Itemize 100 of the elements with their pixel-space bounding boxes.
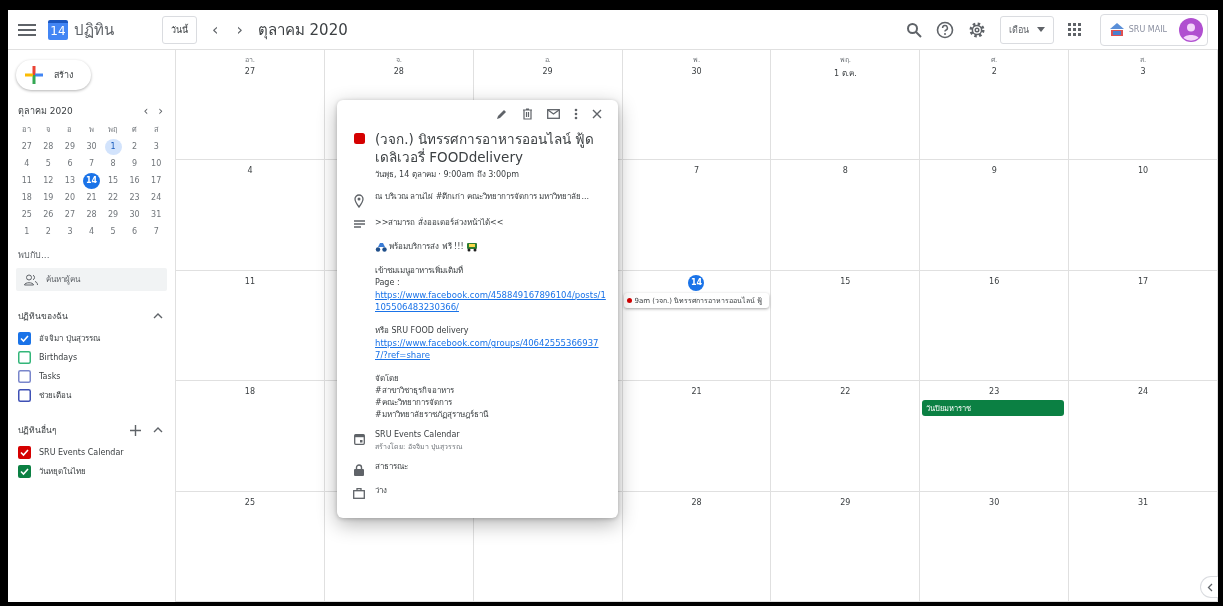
day-number[interactable]: 25 [244,495,255,509]
day-cell[interactable]: 30 [920,491,1070,602]
mini-calendar-day[interactable]: 28 [39,139,57,155]
mini-calendar-day[interactable]: 10 [147,156,165,172]
day-number[interactable]: 14 [688,274,705,291]
day-number[interactable]: 11 [244,274,255,288]
settings-icon[interactable] [967,20,986,39]
day-cell[interactable]: 4 [176,160,325,271]
calendar-checkbox[interactable] [18,370,31,383]
add-icon[interactable] [130,424,141,436]
calendar-checkbox[interactable] [18,446,31,459]
create-button[interactable]: สร้าง [16,60,91,90]
mini-calendar-day[interactable]: 5 [39,156,57,172]
mini-calendar-day[interactable]: 29 [61,139,79,155]
mini-calendar-day[interactable]: 15 [104,173,122,189]
mini-calendar-day[interactable]: 3 [61,224,79,240]
day-number[interactable]: 2 [991,65,997,78]
help-icon[interactable] [935,20,954,39]
day-number[interactable]: 29 [542,65,553,78]
day-number[interactable]: 28 [393,65,404,78]
mini-calendar-day[interactable]: 8 [104,156,122,172]
search-icon[interactable] [905,21,922,38]
day-number[interactable]: 9 [991,164,997,178]
mini-calendar-day[interactable]: 1 [104,139,122,155]
day-number[interactable]: 15 [840,274,851,288]
mini-calendar-day[interactable]: 30 [126,207,144,223]
more-options-icon[interactable] [574,108,578,120]
edit-icon[interactable] [496,108,508,120]
day-cell[interactable]: 10 [1069,160,1218,271]
day-number[interactable]: 31 [1137,495,1149,509]
description-link[interactable]: https://www.facebook.com/groups/406425553669377/?ref=share [375,337,606,361]
mini-calendar-day[interactable]: 29 [104,207,122,223]
mail-icon[interactable] [547,109,560,119]
today-button[interactable]: วันนี้ [162,15,197,44]
mini-calendar-day[interactable]: 23 [126,190,144,206]
day-cell[interactable]: 25 [176,491,325,602]
mini-calendar-day[interactable]: 11 [18,173,36,189]
day-number[interactable]: 10 [1137,164,1149,178]
day-number[interactable]: 8 [842,164,848,178]
day-number[interactable]: 17 [1137,274,1149,288]
mini-calendar-day[interactable]: 5 [104,224,122,240]
mini-calendar-day[interactable]: 28 [83,207,100,223]
day-number[interactable]: 3 [1140,65,1146,78]
day-number[interactable]: 30 [989,495,1000,509]
day-number[interactable]: 16 [989,274,1000,288]
mini-calendar-day[interactable]: 7 [83,156,100,172]
day-cell[interactable]: 21 [622,381,772,492]
mini-calendar-day[interactable]: 21 [83,190,100,206]
day-number[interactable]: 28 [691,495,702,509]
mini-calendar-day[interactable]: 24 [147,190,165,206]
day-number[interactable]: 30 [691,65,702,78]
mini-calendar-day[interactable]: 22 [104,190,122,206]
day-cell[interactable]: 11 [176,270,325,382]
mini-calendar-day[interactable]: 26 [39,207,57,223]
mini-calendar-day[interactable]: 25 [18,207,36,223]
mini-calendar-day[interactable]: 13 [61,173,79,189]
calendar-checkbox[interactable] [18,389,31,402]
side-panel-toggle[interactable] [1200,576,1218,598]
close-icon[interactable] [592,109,602,119]
mini-calendar-day[interactable]: 6 [126,224,144,240]
delete-icon[interactable] [522,108,533,120]
day-number[interactable]: 27 [244,65,255,78]
day-cell[interactable]: 22 [771,381,921,492]
mini-calendar-day[interactable]: 12 [39,173,57,189]
mini-calendar-day[interactable]: 19 [39,190,57,206]
day-cell[interactable]: 29 [771,491,921,602]
mini-calendar-day[interactable]: 17 [147,173,165,189]
previous-button[interactable]: ‹ [209,20,222,39]
previous-month-button[interactable]: ‹ [141,104,151,118]
day-number[interactable]: 21 [691,385,702,399]
mini-calendar-day[interactable]: 27 [18,139,36,155]
mini-calendar-day[interactable]: 30 [83,139,100,155]
day-number[interactable]: 22 [840,385,851,399]
mini-calendar-day[interactable]: 16 [126,173,144,189]
day-cell[interactable]: 9 [920,160,1070,271]
mini-calendar-day[interactable]: 7 [147,224,165,240]
mini-calendar-day[interactable]: 31 [147,207,165,223]
mini-calendar-day[interactable]: 27 [61,207,79,223]
day-number[interactable]: 24 [1137,385,1149,399]
mini-calendar-day[interactable]: 14 [83,173,100,189]
calendar-checkbox[interactable] [18,465,31,478]
apps-grid-icon[interactable] [1067,22,1082,37]
mini-calendar-day[interactable]: 3 [147,139,165,155]
mini-calendar-day[interactable]: 20 [61,190,79,206]
people-search-field[interactable]: ค้นหาผู้คน [16,268,167,291]
collapse-icon[interactable] [153,313,163,319]
menu-icon[interactable] [18,22,36,37]
avatar-icon[interactable] [1179,17,1203,42]
collapse-icon[interactable] [153,427,163,433]
day-cell[interactable]: 17 [1069,270,1218,382]
next-button[interactable]: › [233,20,246,39]
day-cell[interactable]: 18 [176,381,325,492]
description-link[interactable]: https://www.facebook.com/458849167896104/posts/1105506483230366/ [375,289,606,313]
mini-calendar-day[interactable]: 18 [18,190,36,206]
mini-calendar-day[interactable]: 4 [83,224,100,240]
calendar-checkbox[interactable] [18,351,31,364]
day-number[interactable]: 4 [247,164,253,178]
day-number[interactable]: 7 [693,164,700,178]
day-cell[interactable]: 24 [1069,381,1218,492]
next-month-button[interactable]: › [156,104,165,118]
